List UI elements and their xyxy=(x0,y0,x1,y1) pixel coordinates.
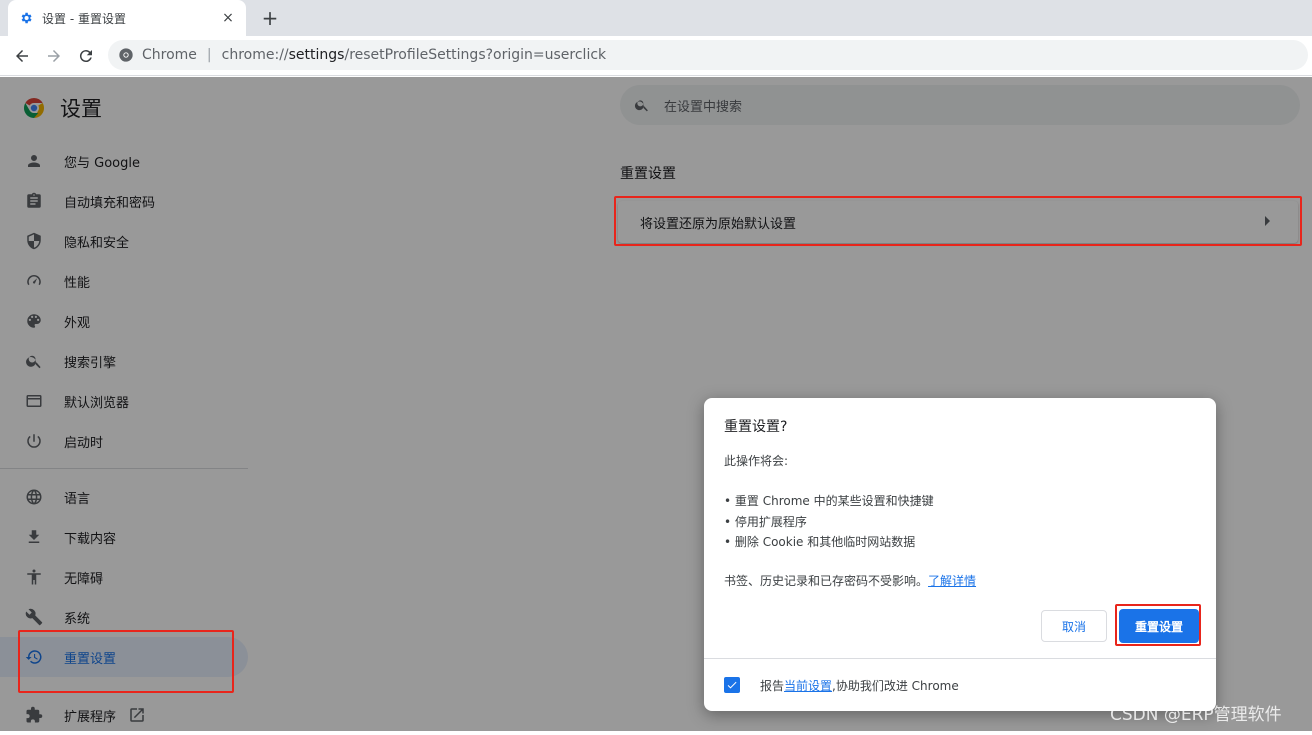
highlight-reset-button xyxy=(1115,604,1201,646)
arrow-left-icon xyxy=(16,50,28,62)
tab-settings[interactable]: 设置 - 重置设置 × xyxy=(8,0,246,36)
dialog-note: 书签、历史记录和已存密码不受影响。了解详情 xyxy=(724,574,977,588)
dialog-bullet: • 停用扩展程序 xyxy=(724,514,807,529)
learn-more-link[interactable]: 了解详情 xyxy=(928,574,976,588)
site-chip: Chrome xyxy=(142,47,197,63)
dialog-bullets: • 重置 Chrome 中的某些设置和快捷键 • 停用扩展程序 • 删除 Coo… xyxy=(724,491,934,553)
back-button[interactable] xyxy=(8,42,36,70)
highlight-sidebar-reset xyxy=(18,630,234,693)
tab-title: 设置 - 重置设置 xyxy=(42,11,126,26)
report-checkbox[interactable] xyxy=(724,677,740,693)
chrome-icon xyxy=(119,48,133,62)
cancel-button[interactable]: 取消 xyxy=(1041,610,1107,642)
dialog-bullet: • 重置 Chrome 中的某些设置和快捷键 xyxy=(724,494,934,508)
close-icon[interactable]: × xyxy=(220,10,236,26)
dialog-bullet: • 删除 Cookie 和其他临时网站数据 xyxy=(724,535,916,549)
check-icon xyxy=(727,681,737,689)
address-bar[interactable]: Chrome | chrome://settings/resetProfileS… xyxy=(108,40,1308,70)
dialog-title: 重置设置? xyxy=(724,419,788,435)
forward-button[interactable] xyxy=(40,42,68,70)
url-text: chrome://settings/resetProfileSettings?o… xyxy=(221,47,607,63)
new-tab-button[interactable]: + xyxy=(258,6,282,30)
current-settings-link[interactable]: 当前设置 xyxy=(784,679,832,693)
tab-strip: 设置 - 重置设置 × + xyxy=(0,0,1312,36)
arrow-right-icon xyxy=(48,50,60,62)
reload-button[interactable] xyxy=(72,42,100,70)
dialog-intro: 此操作将会: xyxy=(724,454,789,468)
report-label: 报告当前设置,协助我们改进 Chrome xyxy=(760,678,959,693)
reset-dialog: 重置设置? 此操作将会: • 重置 Chrome 中的某些设置和快捷键 • 停用… xyxy=(704,398,1216,711)
highlight-restore-row xyxy=(614,196,1302,246)
watermark: CSDN @ERP管理软件 xyxy=(1110,705,1282,725)
url-separator: | xyxy=(206,47,212,63)
reload-icon xyxy=(79,50,92,63)
gear-icon xyxy=(18,10,34,26)
